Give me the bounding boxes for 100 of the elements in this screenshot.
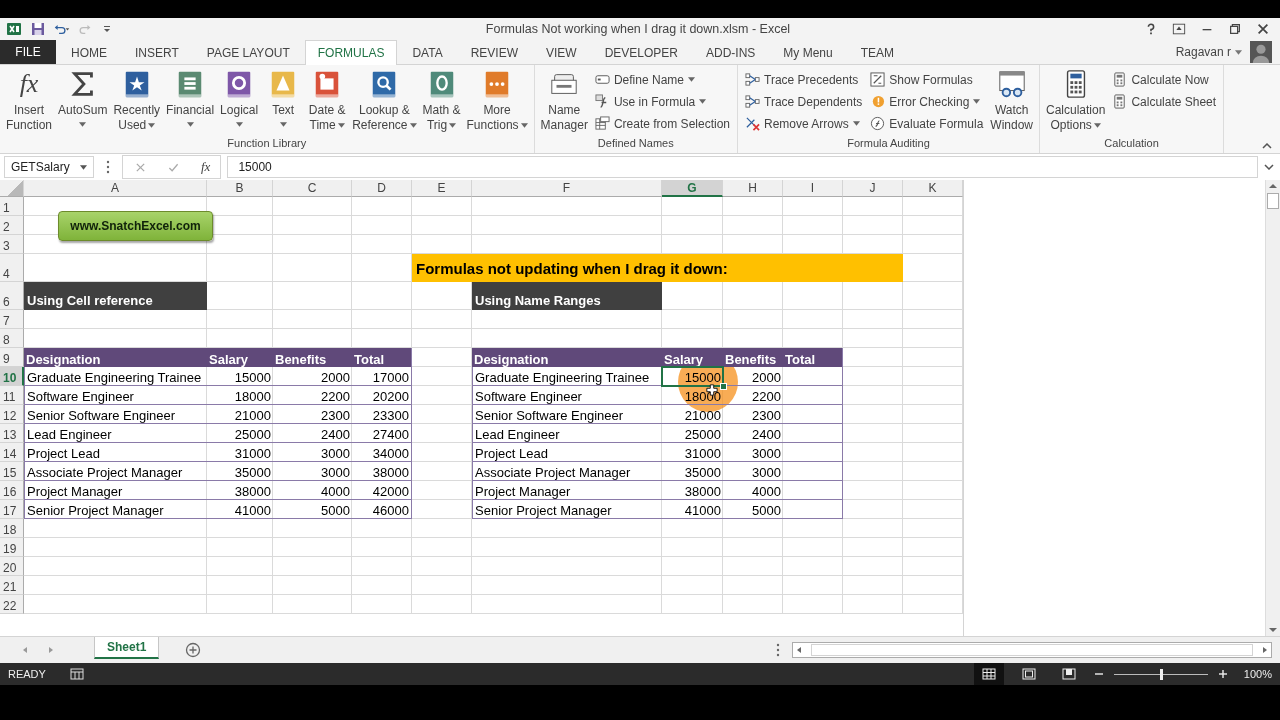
zoom-in-icon[interactable] — [1218, 669, 1228, 679]
ribbon-button[interactable]: Financial — [164, 67, 217, 127]
website-button[interactable]: www.SnatchExcel.com — [58, 210, 213, 241]
ribbon-tab[interactable]: INSERT — [122, 40, 192, 64]
ribbon-button[interactable]: Calculate Sheet — [1109, 91, 1220, 112]
row-header[interactable]: 10 — [0, 367, 24, 386]
name-box[interactable]: GETSalary — [4, 156, 94, 178]
column-header[interactable]: H — [723, 180, 783, 197]
add-sheet-icon[interactable] — [185, 642, 202, 658]
insert-function-button[interactable]: fx — [201, 159, 211, 175]
avatar-icon[interactable] — [1250, 41, 1272, 63]
row-header[interactable]: 7 — [0, 310, 24, 329]
ribbon-button[interactable]: Evaluate Formula — [867, 113, 987, 134]
user-name[interactable]: Ragavan r — [1175, 45, 1231, 59]
excel-logo-icon[interactable] — [6, 21, 22, 37]
ribbon-display-icon[interactable] — [1172, 22, 1186, 36]
ribbon-button[interactable]: Text — [262, 67, 305, 127]
ribbon-button[interactable]: Logical — [218, 67, 261, 127]
column-header[interactable]: B — [207, 180, 273, 197]
ribbon-tab[interactable]: DATA — [399, 40, 456, 64]
column-header[interactable]: D — [352, 180, 412, 197]
row-header[interactable]: 12 — [0, 405, 24, 424]
ribbon-button[interactable]: AutoSum — [56, 67, 110, 127]
ribbon-button[interactable]: Trace Dependents — [742, 91, 866, 112]
ribbon-button[interactable]: Date & Time — [306, 67, 349, 133]
checkmark-icon[interactable] — [168, 161, 179, 173]
row-header[interactable]: 16 — [0, 481, 24, 500]
row-header[interactable]: 15 — [0, 462, 24, 481]
normal-view-button[interactable] — [974, 663, 1004, 685]
zoom-level[interactable]: 100% — [1238, 668, 1272, 680]
ribbon-tab[interactable]: FORMULAS — [304, 40, 398, 65]
horizontal-scrollbar[interactable] — [792, 642, 1272, 658]
row-header[interactable]: 8 — [0, 329, 24, 348]
row-header[interactable]: 11 — [0, 386, 24, 405]
row-header[interactable]: 19 — [0, 538, 24, 557]
column-header[interactable]: J — [843, 180, 903, 197]
function-circle-icon — [870, 116, 886, 131]
ribbon-button[interactable]: Use in Formula — [591, 91, 733, 112]
ribbon-button[interactable]: More Functions — [464, 67, 530, 133]
ribbon-tab[interactable]: DEVELOPER — [591, 40, 691, 64]
ribbon-button[interactable]: Name Manager — [538, 67, 590, 133]
column-header[interactable]: I — [783, 180, 843, 197]
row-header[interactable]: 20 — [0, 557, 24, 576]
column-header[interactable]: F — [472, 180, 662, 197]
customize-toolbar-icon[interactable] — [102, 24, 112, 34]
row-header[interactable]: 22 — [0, 595, 24, 614]
ribbon-tab[interactable]: HOME — [58, 40, 120, 64]
scroll-left-icon[interactable] — [796, 646, 802, 654]
ribbon-button[interactable]: Calculate Now — [1109, 69, 1220, 90]
ribbon-button[interactable]: Error Checking — [867, 91, 987, 112]
ribbon-button[interactable]: Watch Window — [988, 67, 1035, 133]
ribbon-tab[interactable]: VIEW — [533, 40, 590, 64]
row-header[interactable]: 18 — [0, 519, 24, 538]
row-header[interactable]: 9 — [0, 348, 24, 367]
row-header[interactable]: 21 — [0, 576, 24, 595]
ribbon-tab[interactable]: REVIEW — [457, 40, 531, 64]
ribbon-button[interactable]: Show Formulas — [867, 69, 987, 90]
scroll-up-icon[interactable] — [1268, 182, 1278, 190]
close-icon[interactable] — [1256, 22, 1270, 36]
scrollbar-thumb[interactable] — [1267, 193, 1279, 209]
row-header[interactable]: 4 — [0, 254, 24, 282]
ribbon-button[interactable]: Remove Arrows — [742, 113, 866, 134]
row-header[interactable]: 17 — [0, 500, 24, 519]
sheet-tab[interactable]: Sheet1 — [94, 637, 160, 659]
row-header[interactable]: 13 — [0, 424, 24, 443]
column-header[interactable]: C — [273, 180, 352, 197]
formula-input[interactable]: 15000 — [227, 156, 1258, 178]
drag-handle-icon[interactable] — [106, 160, 110, 174]
save-icon[interactable] — [30, 21, 46, 37]
ribbon-button[interactable]: Lookup & Reference — [350, 67, 419, 133]
ribbon-button[interactable]: Trace Precedents — [742, 69, 866, 90]
scroll-right-icon[interactable] — [1262, 646, 1268, 654]
ribbon-button[interactable]: Recently Used — [111, 67, 163, 133]
macro-record-icon[interactable] — [69, 668, 84, 680]
ribbon-button[interactable]: Calculation Options — [1044, 67, 1108, 133]
ribbon-button[interactable]: Define Name — [591, 69, 733, 90]
file-tab[interactable]: FILE — [0, 40, 56, 64]
collapse-ribbon-icon[interactable] — [1262, 143, 1272, 149]
ribbon-tab[interactable]: ADD-INS — [693, 40, 769, 64]
column-header[interactable]: G — [662, 180, 723, 197]
ribbon-tab[interactable]: PAGE LAYOUT — [193, 40, 303, 64]
table-cell: 25000 — [662, 424, 723, 443]
row-header[interactable]: 6 — [0, 282, 24, 310]
fill-handle[interactable] — [720, 383, 727, 390]
expand-icon[interactable] — [1264, 164, 1274, 170]
ribbon-button[interactable]: Create from Selection — [591, 113, 733, 134]
row-header[interactable]: 14 — [0, 443, 24, 462]
row-header[interactable]: 1 — [0, 197, 24, 216]
row-header[interactable]: 2 — [0, 216, 24, 235]
column-header[interactable]: A — [24, 180, 207, 197]
restore-icon[interactable] — [1228, 22, 1242, 36]
ribbon-tab[interactable]: TEAM — [847, 40, 908, 64]
column-header[interactable]: E — [412, 180, 472, 197]
scroll-down-icon[interactable] — [1268, 626, 1278, 634]
row-header[interactable]: 3 — [0, 235, 24, 254]
ribbon-button[interactable]: fx Insert Function — [4, 67, 55, 133]
ribbon-tab[interactable]: My Menu — [770, 40, 846, 64]
column-header[interactable]: K — [903, 180, 963, 197]
ribbon-button[interactable]: Math & Trig — [420, 67, 463, 133]
splitter-icon[interactable] — [776, 643, 780, 657]
